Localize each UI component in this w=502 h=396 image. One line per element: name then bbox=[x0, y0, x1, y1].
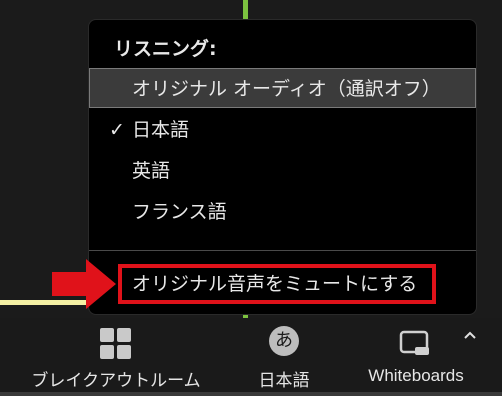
menu-header-listening: リスニング: bbox=[114, 38, 217, 60]
menu-item-label: 日本語 bbox=[132, 119, 190, 141]
language-icon: あ bbox=[269, 326, 299, 356]
language-label: 日本語 bbox=[258, 371, 310, 391]
breakout-rooms-label: ブレイクアウトルーム bbox=[31, 371, 201, 391]
mute-original-audio-label: オリジナル音声をミュートにする bbox=[132, 273, 418, 295]
red-arrow-icon bbox=[52, 259, 116, 309]
whiteboards-label: Whiteboards bbox=[368, 366, 464, 385]
menu-item-label: オリジナル オーディオ（通訳オフ） bbox=[132, 78, 441, 100]
bottom-edge bbox=[0, 392, 502, 396]
menu-item-label: 英語 bbox=[132, 160, 171, 182]
meeting-toolbar: ブレイクアウトルーム あ 日本語 Whiteboards bbox=[0, 318, 502, 396]
whiteboards-button[interactable]: Whiteboards bbox=[355, 318, 477, 396]
menu-item-french[interactable]: フランス語 bbox=[89, 192, 476, 232]
breakout-rooms-button[interactable]: ブレイクアウトルーム bbox=[18, 318, 214, 396]
menu-item-japanese[interactable]: ✓ 日本語 bbox=[89, 110, 476, 150]
chevron-up-icon[interactable] bbox=[463, 330, 477, 340]
menu-item-english[interactable]: 英語 bbox=[89, 151, 476, 191]
whiteboard-icon bbox=[399, 330, 429, 355]
check-icon: ✓ bbox=[109, 119, 125, 141]
menu-divider bbox=[89, 250, 476, 251]
menu-item-label: フランス語 bbox=[132, 201, 227, 223]
grid-icon bbox=[100, 328, 131, 359]
language-interpretation-button[interactable]: あ 日本語 bbox=[252, 318, 316, 396]
meeting-window: リスニング: オリジナル オーディオ（通訳オフ） ✓ 日本語 英語 フランス語 … bbox=[0, 0, 502, 396]
menu-item-original-audio[interactable]: オリジナル オーディオ（通訳オフ） bbox=[89, 68, 476, 108]
interpretation-menu: リスニング: オリジナル オーディオ（通訳オフ） ✓ 日本語 英語 フランス語 … bbox=[88, 19, 477, 315]
mute-original-audio-item[interactable]: オリジナル音声をミュートにする bbox=[118, 264, 436, 304]
